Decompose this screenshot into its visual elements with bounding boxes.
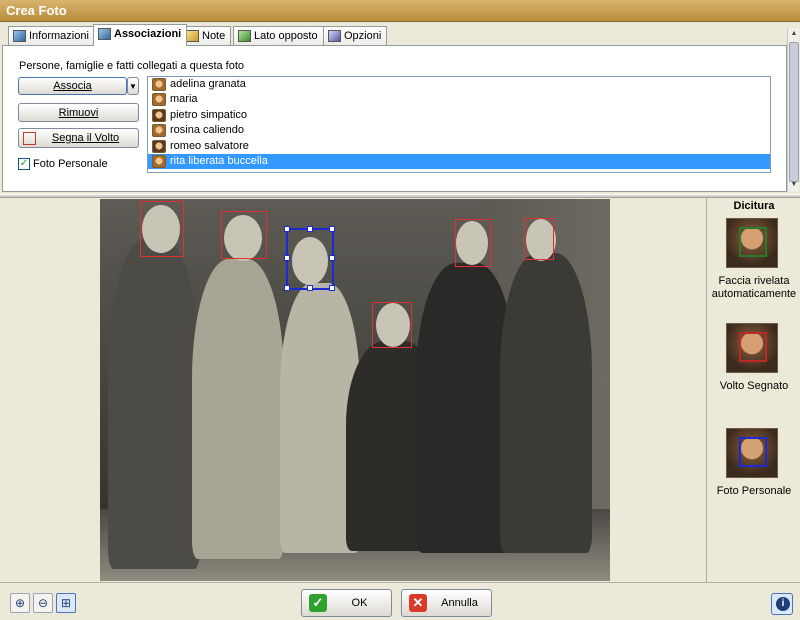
resize-handle[interactable] (329, 285, 335, 291)
tab-label: Associazioni (114, 28, 182, 40)
info-card-icon (13, 30, 26, 42)
scroll-down-arrow-icon[interactable]: ▼ (790, 181, 798, 189)
legend-panel: Dicitura Faccia rivelata automaticamente… (706, 198, 800, 582)
list-item[interactable]: adelina granata (148, 77, 770, 92)
female-person-icon (152, 93, 166, 107)
panel-scrollbar[interactable]: ▲ ▼ (787, 28, 799, 192)
photo-figure (500, 253, 592, 553)
person-name: adelina granata (170, 78, 246, 90)
tab-label: Note (202, 30, 226, 42)
cancel-button[interactable]: ✕ Annulla (401, 589, 492, 617)
associa-dropdown-button[interactable]: ▼ (127, 77, 139, 95)
legend-caption: Foto Personale (716, 485, 792, 497)
zoom-in-button[interactable]: ⊕ (10, 593, 30, 613)
tab-opzioni[interactable]: Opzioni (323, 26, 388, 46)
fit-to-window-button[interactable]: ⊞ (56, 593, 76, 613)
resize-handle[interactable] (284, 255, 290, 261)
associa-button[interactable]: Associa (18, 77, 127, 95)
personal-face-frame[interactable] (284, 226, 335, 291)
notes-icon (186, 30, 199, 42)
personal-photo-sample (726, 428, 778, 478)
people-link-icon (98, 28, 111, 40)
associations-heading: Persone, famiglie e fatti collegati a qu… (19, 60, 245, 72)
photo-back-icon (238, 30, 251, 42)
zoom-out-button[interactable]: ⊖ (33, 593, 53, 613)
tab-strip: Informazioni Associazioni Note Lato oppo… (0, 24, 800, 46)
associa-label: Associa (53, 80, 92, 92)
list-item[interactable]: maria (148, 92, 770, 107)
tab-associazioni[interactable]: Associazioni (93, 24, 188, 46)
tab-label: Informazioni (29, 30, 89, 42)
marked-face-frame[interactable] (221, 211, 267, 259)
tab-label: Opzioni (344, 30, 382, 42)
photo-figure (108, 239, 200, 569)
fit-icon: ⊞ (60, 596, 72, 610)
marked-face-frame[interactable] (140, 201, 184, 257)
check-icon: ✓ (309, 594, 327, 612)
photo-figure (192, 259, 284, 559)
segna-label: Segna il Volto (51, 132, 120, 144)
window-title: Crea Foto (6, 3, 67, 18)
list-item[interactable]: rosina caliendo (148, 123, 770, 138)
info-button[interactable]: i (771, 593, 793, 615)
list-item[interactable]: pietro simpatico (148, 108, 770, 123)
tab-informazioni[interactable]: Informazioni (8, 26, 95, 46)
person-name: rosina caliendo (170, 124, 244, 137)
face-box (739, 227, 767, 257)
footer-bar: ⊕ ⊖ ⊞ ✓ OK ✕ Annulla i (0, 582, 800, 620)
options-icon (328, 30, 341, 42)
person-name: pietro simpatico (170, 108, 248, 121)
face-frame-icon (23, 132, 36, 145)
resize-handle[interactable] (307, 226, 313, 232)
resize-handle[interactable] (329, 226, 335, 232)
female-person-icon (152, 154, 166, 168)
associated-people-list[interactable]: adelina granata maria pietro simpatico r… (147, 76, 771, 173)
resize-handle[interactable] (307, 285, 313, 291)
resize-handle[interactable] (329, 255, 335, 261)
personal-photo-label[interactable]: Foto Personale (33, 158, 108, 170)
marked-face-sample (726, 323, 778, 373)
person-name: maria (170, 93, 198, 106)
female-person-icon (152, 124, 166, 138)
rimuovi-label: Rimuovi (58, 107, 99, 119)
female-person-icon (152, 78, 166, 91)
marked-face-frame[interactable] (372, 302, 412, 348)
resize-handle[interactable] (284, 226, 290, 232)
scroll-up-arrow-icon[interactable]: ▲ (790, 30, 798, 38)
face-box (739, 332, 767, 362)
auto-detected-face-sample (726, 218, 778, 268)
resize-handle[interactable] (284, 285, 290, 291)
face-box (739, 437, 767, 467)
cancel-label: Annulla (441, 597, 478, 609)
list-item[interactable]: romeo salvatore (148, 139, 770, 154)
chevron-down-icon: ▼ (129, 82, 137, 91)
personal-photo-checkbox[interactable]: ✓ (18, 158, 30, 170)
legend-caption: Volto Segnato (719, 380, 789, 392)
male-person-icon (152, 108, 166, 122)
close-icon: ✕ (409, 594, 427, 612)
person-name: romeo salvatore (170, 139, 249, 152)
legend-title: Dicitura (733, 200, 775, 212)
scrollbar-thumb[interactable] (789, 42, 799, 182)
tab-note[interactable]: Note (181, 26, 232, 46)
person-name: rita liberata buccella (170, 154, 268, 167)
list-item-selected[interactable]: rita liberata buccella (148, 153, 770, 170)
legend-caption: Faccia rivelata automaticamente (711, 275, 797, 300)
segna-il-volto-button[interactable]: Segna il Volto (18, 128, 139, 148)
tab-label: Lato opposto (254, 30, 318, 42)
male-person-icon (152, 139, 166, 153)
info-icon: i (776, 597, 790, 611)
zoom-in-icon: ⊕ (14, 596, 26, 610)
tab-lato-opposto[interactable]: Lato opposto (233, 26, 324, 46)
ok-button[interactable]: ✓ OK (301, 589, 392, 617)
zoom-out-icon: ⊖ (37, 596, 49, 610)
family-photo[interactable] (100, 199, 610, 581)
ok-label: OK (351, 597, 368, 609)
title-bar: Crea Foto (0, 0, 800, 22)
marked-face-frame[interactable] (524, 218, 554, 260)
rimuovi-button[interactable]: Rimuovi (18, 103, 139, 122)
marked-face-frame[interactable] (455, 219, 491, 267)
